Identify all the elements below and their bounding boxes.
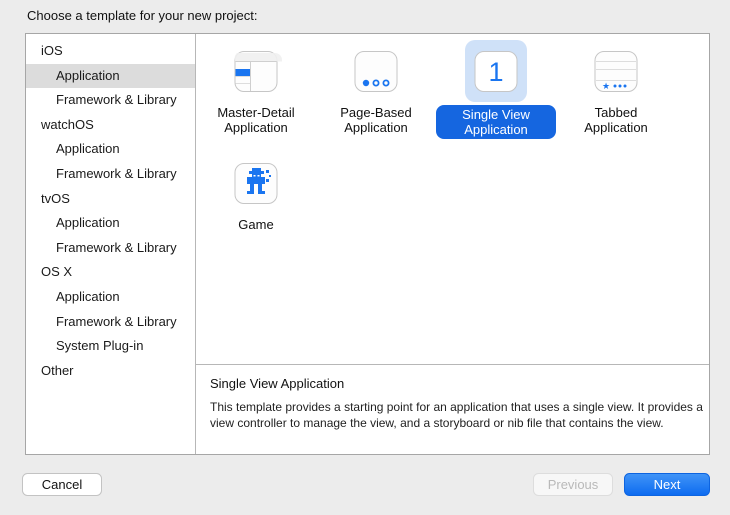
- single-view-icon: 1: [470, 45, 522, 97]
- sidebar-item-osx-application[interactable]: Application: [26, 285, 195, 310]
- dialog-title: Choose a template for your new project:: [27, 8, 258, 23]
- svg-text:★: ★: [602, 81, 610, 91]
- sidebar-group-ios: iOS: [26, 39, 195, 64]
- new-project-template-dialog: { "window": { "title": "Choose a templat…: [0, 0, 730, 515]
- template-item-game[interactable]: Game: [196, 152, 316, 232]
- template-item-single-view[interactable]: 1 Single View Application: [436, 40, 556, 139]
- sidebar-item-osx-framework-library[interactable]: Framework & Library: [26, 310, 195, 335]
- tabbed-icon: ★: [590, 45, 642, 97]
- template-label-master-detail: Master-Detail Application: [204, 105, 308, 135]
- template-description-title: Single View Application: [210, 376, 695, 391]
- sidebar-item-tvos-framework-library[interactable]: Framework & Library: [26, 236, 195, 261]
- sidebar-item-tvos-application[interactable]: Application: [26, 211, 195, 236]
- sidebar-group-other[interactable]: Other: [26, 359, 195, 384]
- template-description-pane: Single View Application This template pr…: [196, 364, 709, 454]
- page-based-icon: [350, 45, 402, 97]
- template-label-page-based: Page-Based Application: [324, 105, 428, 135]
- sidebar-group-tvos: tvOS: [26, 187, 195, 212]
- template-selection-highlight: 1: [465, 40, 527, 102]
- sidebar-group-watchos: watchOS: [26, 113, 195, 138]
- template-description-body: This template provides a starting point …: [210, 400, 715, 431]
- template-label-tabbed: Tabbed Application: [564, 105, 668, 135]
- cancel-button[interactable]: Cancel: [22, 473, 102, 496]
- template-label-single-view: Single View Application: [436, 105, 556, 139]
- template-label-game: Game: [238, 217, 273, 232]
- template-chooser-panel: iOS Application Framework & Library watc…: [25, 33, 710, 455]
- game-icon: [230, 157, 282, 209]
- svg-text:1: 1: [488, 57, 503, 87]
- template-item-master-detail[interactable]: Master-Detail Application: [196, 40, 316, 139]
- template-grid-row-1: Master-Detail Application: [196, 40, 709, 139]
- master-detail-icon: [230, 45, 282, 97]
- sidebar-item-watchos-application[interactable]: Application: [26, 137, 195, 162]
- template-item-tabbed[interactable]: ★ Tabbed Application: [556, 40, 676, 139]
- platform-sidebar: iOS Application Framework & Library watc…: [26, 34, 196, 454]
- template-item-page-based[interactable]: Page-Based Application: [316, 40, 436, 139]
- sidebar-item-ios-framework-library[interactable]: Framework & Library: [26, 88, 195, 113]
- previous-button[interactable]: Previous: [533, 473, 613, 496]
- sidebar-item-watchos-framework-library[interactable]: Framework & Library: [26, 162, 195, 187]
- template-main-area: Master-Detail Application: [196, 34, 709, 454]
- template-grid-row-2: Game: [196, 152, 709, 232]
- sidebar-group-osx: OS X: [26, 260, 195, 285]
- sidebar-item-ios-application[interactable]: Application: [26, 64, 195, 89]
- sidebar-item-osx-system-plugin[interactable]: System Plug-in: [26, 334, 195, 359]
- next-button[interactable]: Next: [624, 473, 710, 496]
- template-grid: Master-Detail Application: [196, 34, 709, 364]
